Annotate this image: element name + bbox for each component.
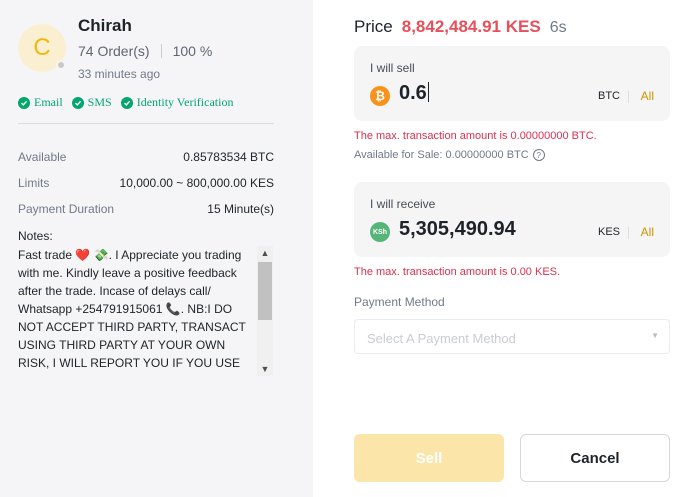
unit-divider	[628, 227, 629, 239]
text-cursor	[427, 82, 429, 102]
advertiser-name[interactable]: Chirah	[78, 16, 132, 36]
receive-currency-unit: KES	[597, 226, 620, 238]
scrollbar-thumb[interactable]	[258, 262, 272, 320]
payment-method-select[interactable]: Select A Payment Method ▼	[354, 319, 670, 354]
avatar-initial: C	[33, 34, 51, 61]
last-seen: 33 minutes ago	[78, 67, 161, 81]
receive-amount-error: The max. transaction amount is 0.00 KES.	[354, 266, 561, 278]
notes-label: Notes:	[18, 229, 53, 243]
verification-list: Email SMS Identity Verification	[18, 95, 242, 110]
price-refresh-timer: 6s	[549, 19, 567, 36]
advertiser-stats: 74 Order(s) 100 %	[78, 43, 212, 59]
payment-duration-label: Payment Duration	[18, 202, 115, 216]
check-circle-icon	[18, 96, 30, 109]
available-value: 0.85783534 BTC	[183, 150, 274, 164]
receive-amount-input[interactable]: 5,305,490.94	[399, 218, 516, 241]
scroll-down-icon[interactable]: ▼	[257, 362, 273, 376]
price-display: Price 8,842,484.91 KES 6s	[354, 17, 567, 37]
check-circle-icon	[71, 96, 84, 109]
receive-amount-box[interactable]: I will receive KSh 5,305,490.94 KES All	[354, 182, 670, 257]
price-value: 8,842,484.91 KES	[401, 17, 541, 36]
available-row: Available 0.85783534 BTC	[18, 150, 274, 164]
verification-email: Email	[18, 95, 63, 110]
chevron-down-icon: ▼	[651, 331, 659, 340]
kes-coin-icon: KSh	[370, 222, 390, 242]
cancel-button[interactable]: Cancel	[520, 434, 670, 482]
limits-label: Limits	[18, 176, 50, 190]
advertiser-panel: C Chirah 74 Order(s) 100 % 33 minutes ag…	[0, 0, 313, 497]
verification-sms: SMS	[71, 95, 112, 110]
payment-duration-row: Payment Duration 15 Minute(s)	[18, 202, 274, 216]
verification-label: Email	[34, 95, 63, 109]
available-for-sale: Available for Sale: 0.00000000 BTC ?	[354, 149, 545, 161]
order-count: 74 Order(s)	[78, 43, 150, 59]
bitcoin-icon: ₿	[370, 86, 390, 106]
available-label: Available	[18, 150, 67, 164]
sell-amount-label: I will sell	[370, 61, 415, 75]
sell-button[interactable]: Sell	[354, 434, 504, 482]
receive-all-button[interactable]: All	[641, 225, 654, 239]
receive-amount-label: I will receive	[370, 197, 436, 211]
verification-identity: Identity Verification	[120, 95, 234, 110]
completion-rate: 100 %	[172, 43, 213, 59]
payment-method-label: Payment Method	[354, 295, 445, 309]
notes-text: Fast trade ❤️ 💸. I Appreciate you tradin…	[18, 248, 246, 376]
price-label: Price	[354, 17, 393, 36]
question-circle-icon[interactable]: ?	[532, 149, 545, 161]
sell-amount-box[interactable]: I will sell ₿ 0.6 BTC All	[354, 46, 670, 121]
online-status-dot	[56, 60, 66, 70]
unit-divider	[628, 91, 629, 103]
limits-value: 10,000.00 ~ 800,000.00 KES	[119, 176, 274, 190]
sell-currency-unit: BTC	[598, 90, 620, 102]
limits-row: Limits 10,000.00 ~ 800,000.00 KES	[18, 176, 274, 190]
verification-label: Identity Verification	[136, 95, 234, 109]
sell-all-button[interactable]: All	[641, 89, 654, 103]
verification-label: SMS	[87, 95, 112, 109]
available-for-sale-text: Available for Sale: 0.00000000 BTC	[354, 149, 529, 161]
payment-method-placeholder: Select A Payment Method	[367, 331, 516, 346]
stats-divider	[160, 44, 162, 58]
sell-amount-error: The max. transaction amount is 0.0000000…	[354, 130, 597, 142]
section-divider	[18, 123, 274, 124]
sell-amount-input[interactable]: 0.6	[399, 82, 429, 105]
check-circle-icon	[120, 96, 133, 109]
notes-scrollbar[interactable]: ▲ ▼	[257, 246, 273, 376]
scroll-up-icon[interactable]: ▲	[257, 246, 273, 260]
avatar[interactable]: C	[18, 24, 66, 72]
payment-duration-value: 15 Minute(s)	[207, 202, 274, 216]
